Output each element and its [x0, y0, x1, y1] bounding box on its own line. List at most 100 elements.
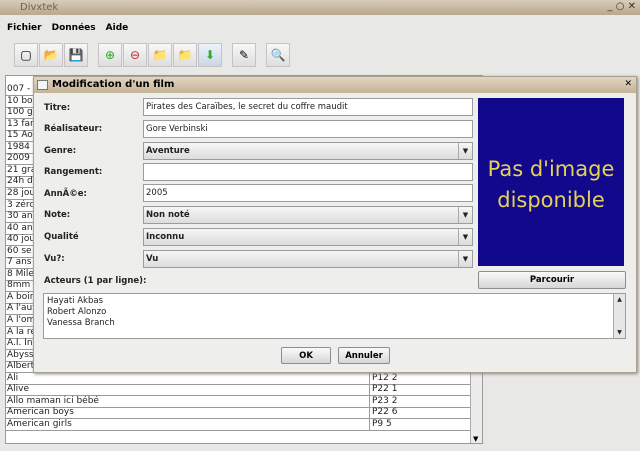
folder-open-icon: 📂: [43, 48, 59, 62]
search-icon: 🔍: [270, 48, 286, 62]
scroll-up-icon[interactable]: ▲: [614, 294, 625, 305]
cell-title: A.I. Int: [7, 338, 37, 349]
titre-input[interactable]: Pirates des Caraïbes, le secret du coffr…: [143, 98, 473, 116]
search-button[interactable]: 🔍: [266, 43, 290, 67]
menu-fichier[interactable]: Fichier: [7, 23, 42, 33]
cell-title: 15 Ao: [7, 130, 33, 141]
qualite-select[interactable]: Inconnu ▼: [143, 228, 473, 246]
save-icon: 💾: [68, 48, 84, 62]
cell-title: Abyss: [7, 349, 34, 360]
cover-image-placeholder: Pas d'image disponible: [478, 98, 624, 266]
genre-select[interactable]: Aventure ▼: [143, 142, 473, 160]
film-remove-icon: ⊖: [129, 48, 141, 62]
cell-title: 13 far: [7, 118, 34, 129]
import-button[interactable]: ⬇: [198, 43, 222, 67]
cell-title: 40 an: [7, 222, 33, 233]
cell-title: 60 se: [7, 245, 32, 256]
edit-film-dialog: Modification d'un film ✕ Titre: Pirates …: [33, 76, 637, 373]
cell-title: 100 g: [7, 107, 33, 118]
realisateur-label: Réalisateur:: [44, 124, 103, 134]
table-row[interactable]: Alive P22 1: [6, 384, 471, 397]
folder-add-icon: 📁: [152, 48, 168, 62]
vu-value: Vu: [146, 254, 159, 264]
actors-scrollbar[interactable]: ▲ ▼: [613, 294, 625, 338]
cell-location: P9 5: [369, 418, 392, 430]
actor-line: Vanessa Branch: [47, 318, 115, 328]
annee-input[interactable]: 2005: [143, 184, 473, 202]
cell-title: Alive: [7, 384, 30, 395]
add-folder-button[interactable]: 📁: [148, 43, 172, 67]
realisateur-input[interactable]: Gore Verbinski: [143, 120, 473, 138]
cell-title: A l'aut: [7, 303, 36, 314]
cell-title: American boys: [7, 407, 74, 418]
rangement-input[interactable]: [143, 163, 473, 181]
dialog-icon: [37, 80, 48, 90]
cell-title: 7 ans: [7, 257, 32, 268]
vu-select[interactable]: Vu ▼: [143, 250, 473, 268]
chevron-down-icon[interactable]: ▼: [458, 143, 472, 159]
save-button[interactable]: 💾: [64, 43, 88, 67]
note-value: Non noté: [146, 210, 190, 220]
cell-title: 28 jou: [7, 187, 36, 198]
cell-location: P12 2: [369, 372, 397, 384]
cell-title: 40 jou: [7, 234, 36, 245]
actors-textarea[interactable]: Hayati Akbas Robert Alonzo Vanessa Branc…: [43, 293, 626, 339]
actors-label: Acteurs (1 par ligne):: [44, 276, 147, 286]
cell-location: P22 1: [369, 384, 397, 396]
table-row[interactable]: Ali P12 2: [6, 372, 471, 385]
cell-title: 1984: [7, 141, 30, 152]
open-button[interactable]: 📂: [39, 43, 63, 67]
toolbar: ▢ 📂 💾 ⊕ ⊖ 📁 📁 ⬇ ✎ 🔍: [0, 40, 640, 70]
genre-label: Genre:: [44, 146, 77, 156]
chevron-down-icon[interactable]: ▼: [458, 229, 472, 245]
table-row[interactable]: American girls P9 5: [6, 418, 471, 431]
remove-film-button[interactable]: ⊖: [123, 43, 147, 67]
add-film-button[interactable]: ⊕: [98, 43, 122, 67]
new-button[interactable]: ▢: [14, 43, 38, 67]
new-icon: ▢: [20, 48, 32, 62]
table-row[interactable]: American boys P22 6: [6, 407, 471, 420]
chevron-down-icon[interactable]: ▼: [458, 207, 472, 223]
cell-title: A la re: [7, 326, 36, 337]
rangement-label: Rangement:: [44, 167, 103, 177]
genre-value: Aventure: [146, 146, 190, 156]
film-add-icon: ⊕: [104, 48, 116, 62]
edit-button[interactable]: ✎: [232, 43, 256, 67]
menu-aide[interactable]: Aide: [106, 23, 129, 33]
cell-title: 2009: [7, 153, 30, 164]
menu-bar: Fichier Données Aide: [0, 18, 640, 38]
cell-title: 21 gra: [7, 164, 37, 175]
scroll-down-icon[interactable]: ▼: [473, 435, 478, 443]
cell-location: P22 6: [369, 407, 397, 419]
ok-button[interactable]: OK: [281, 347, 331, 364]
remove-folder-button[interactable]: 📁: [173, 43, 197, 67]
window-controls[interactable]: _ ○ ✕: [608, 1, 636, 12]
cell-title: 007 -: [7, 84, 31, 94]
table-row[interactable]: Allo maman ici bébé P23 2: [6, 395, 471, 408]
qualite-label: Qualité: [44, 232, 79, 242]
actor-line: Robert Alonzo: [47, 307, 107, 317]
titre-label: Titre:: [44, 103, 71, 113]
annee-label: AnnÃ©e:: [44, 189, 87, 199]
close-icon[interactable]: ✕: [624, 79, 632, 89]
cell-title: 3 zérc: [7, 199, 35, 210]
actor-line: Hayati Akbas: [47, 296, 104, 306]
cell-location: P23 2: [369, 395, 397, 407]
menu-donnees[interactable]: Données: [52, 23, 96, 33]
cell-title: A boir: [7, 291, 34, 302]
cell-title: 24h d: [7, 176, 33, 187]
browse-button[interactable]: Parcourir: [478, 271, 626, 289]
cell-title: 30 an: [7, 211, 33, 222]
dialog-title: Modification d'un film: [34, 77, 636, 93]
cell-title: 10 bo: [7, 95, 33, 106]
folder-remove-icon: 📁: [177, 48, 193, 62]
vu-label: Vu?:: [44, 254, 65, 264]
window-title: Divxtek: [0, 0, 640, 15]
cell-title: American girls: [7, 418, 72, 429]
cancel-button[interactable]: Annuler: [338, 347, 390, 364]
chevron-down-icon[interactable]: ▼: [458, 251, 472, 267]
edit-icon: ✎: [238, 48, 250, 62]
note-select[interactable]: Non noté ▼: [143, 206, 473, 224]
scroll-down-icon[interactable]: ▼: [614, 327, 625, 338]
cell-title: A l'om: [7, 315, 36, 325]
